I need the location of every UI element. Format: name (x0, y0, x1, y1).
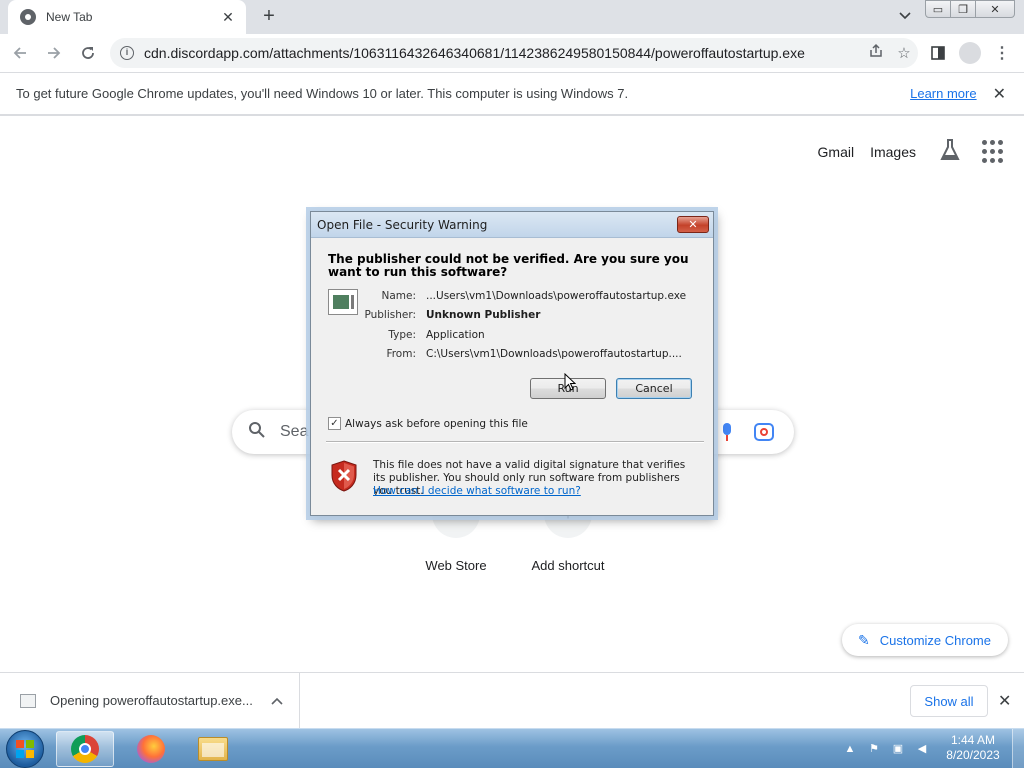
folder-icon (198, 737, 228, 761)
chrome-icon (71, 735, 99, 763)
ntp-header-links: Gmail Images (818, 138, 1006, 166)
dialog-question: The publisher could not be verified. Are… (328, 252, 689, 279)
reload-icon (82, 47, 94, 59)
tab-strip: New Tab ✕ + ▭ ❐ ✕ (0, 0, 1024, 34)
info-row-from: From: C:\Users\vm1\Downloads\poweroffaut… (351, 345, 711, 365)
forward-arrow-icon (48, 47, 61, 59)
tab-new-tab[interactable]: New Tab ✕ (8, 0, 246, 34)
search-icon (248, 421, 266, 444)
new-tab-button[interactable]: + (258, 6, 280, 28)
volume-muted-icon[interactable]: ◀ (912, 739, 932, 759)
info-label: Publisher: (364, 309, 416, 322)
dialog-divider (326, 441, 704, 443)
download-shelf: Opening poweroffautostartup.exe... Show … (0, 672, 1024, 729)
taskbar-firefox[interactable] (122, 731, 180, 767)
customize-label: Customize Chrome (879, 632, 991, 648)
action-center-flag-icon[interactable]: ⚑ (864, 739, 884, 759)
address-bar[interactable]: i cdn.discordapp.com/attachments/1063116… (110, 38, 918, 68)
infobar-message: To get future Google Chrome updates, you… (16, 86, 629, 101)
tab-close-icon[interactable]: ✕ (220, 9, 236, 26)
forward-button[interactable] (40, 39, 68, 67)
menu-icon[interactable]: ⋮ (988, 38, 1016, 68)
infobar-close-icon[interactable]: ✕ (993, 84, 1006, 104)
info-value: ...Users\vm1\Downloads\poweroffautostart… (426, 289, 687, 302)
info-value: Unknown Publisher (426, 309, 541, 322)
firefox-icon (137, 735, 165, 763)
images-link[interactable]: Images (870, 144, 916, 160)
avatar (959, 42, 981, 64)
security-warning-dialog: Open File - Security Warning ✕ The publi… (310, 211, 714, 516)
info-label: Name: (381, 289, 416, 302)
always-ask-checkbox-row[interactable]: ✓ Always ask before opening this file (328, 417, 528, 430)
google-apps-icon[interactable] (982, 140, 1006, 164)
info-row-type: Type: Application (351, 325, 711, 345)
back-arrow-icon (13, 47, 26, 59)
info-row-name: Name: ...Users\vm1\Downloads\poweroffaut… (351, 286, 711, 306)
system-tray: ▲ ⚑ ▣ ◀ (840, 729, 936, 768)
chrome-favicon-icon (20, 9, 36, 25)
side-panel-icon[interactable] (924, 38, 952, 68)
checkbox-label[interactable]: Always ask before opening this file (345, 418, 528, 430)
always-ask-checkbox[interactable]: ✓ (328, 417, 341, 430)
share-icon[interactable] (862, 43, 890, 63)
dialog-close-button[interactable]: ✕ (677, 216, 709, 233)
shortcut-label: Web Store (425, 558, 487, 573)
url-text[interactable]: cdn.discordapp.com/attachments/106311643… (144, 45, 862, 61)
dialog-title: Open File - Security Warning (317, 217, 488, 232)
lens-camera-icon[interactable] (754, 423, 774, 441)
browser-toolbar: i cdn.discordapp.com/attachments/1063116… (0, 34, 1024, 72)
cancel-button[interactable]: Cancel (616, 378, 692, 399)
customize-chrome-button[interactable]: ✎ Customize Chrome (842, 624, 1008, 656)
clock-time: 1:44 AM (950, 733, 996, 747)
mouse-cursor-icon (564, 373, 576, 391)
taskbar-explorer[interactable] (184, 731, 242, 767)
back-button[interactable] (6, 39, 34, 67)
file-info: Name: ...Users\vm1\Downloads\poweroffaut… (351, 286, 711, 364)
download-item[interactable]: Opening poweroffautostartup.exe... (0, 672, 300, 729)
minimize-button[interactable]: ▭ (925, 0, 951, 18)
info-label: Type: (388, 328, 416, 341)
start-button[interactable] (6, 730, 44, 768)
shortcut-label: Add shortcut (531, 558, 605, 573)
window-controls: ▭ ❐ ✕ (925, 0, 1015, 18)
restore-button[interactable]: ❐ (950, 0, 976, 18)
window-close-button[interactable]: ✕ (975, 0, 1015, 18)
windows-logo-icon (16, 740, 34, 758)
site-info-icon[interactable]: i (120, 46, 134, 60)
help-link[interactable]: How can I decide what software to run? (373, 485, 581, 497)
update-infobar: To get future Google Chrome updates, you… (0, 72, 1024, 116)
pencil-icon: ✎ (858, 631, 870, 648)
profile-button[interactable] (956, 38, 984, 68)
info-row-publisher: Publisher: Unknown Publisher (351, 306, 711, 326)
taskbar-chrome[interactable] (56, 731, 114, 767)
info-label: From: (386, 348, 416, 361)
info-value: Application (426, 328, 485, 341)
chevron-up-icon[interactable] (271, 694, 283, 708)
download-status: Opening poweroffautostartup.exe... (50, 693, 253, 708)
file-icon (20, 693, 36, 708)
gmail-link[interactable]: Gmail (818, 144, 855, 160)
learn-more-link[interactable]: Learn more (910, 86, 976, 101)
voice-search-mic-icon[interactable] (720, 423, 734, 441)
reload-button[interactable] (74, 39, 102, 67)
tab-search-chevron-icon[interactable] (896, 8, 914, 26)
bookmark-star-icon[interactable]: ☆ (890, 44, 918, 62)
network-icon[interactable]: ▣ (888, 739, 908, 759)
show-desktop-button[interactable] (1012, 729, 1024, 768)
windows-taskbar: ▲ ⚑ ▣ ◀ 1:44 AM 8/20/2023 (0, 728, 1024, 768)
shelf-close-icon[interactable]: ✕ (998, 691, 1011, 711)
shield-error-icon (331, 460, 357, 492)
clock-date: 8/20/2023 (946, 748, 1000, 762)
labs-flask-icon[interactable] (936, 138, 964, 166)
dialog-titlebar[interactable]: Open File - Security Warning ✕ (311, 212, 713, 238)
info-value: C:\Users\vm1\Downloads\poweroffautostart… (426, 348, 682, 361)
show-all-button[interactable]: Show all (910, 685, 988, 717)
clock[interactable]: 1:44 AM 8/20/2023 (940, 733, 1006, 763)
show-hidden-icons-icon[interactable]: ▲ (840, 739, 860, 759)
tab-title: New Tab (46, 10, 93, 24)
